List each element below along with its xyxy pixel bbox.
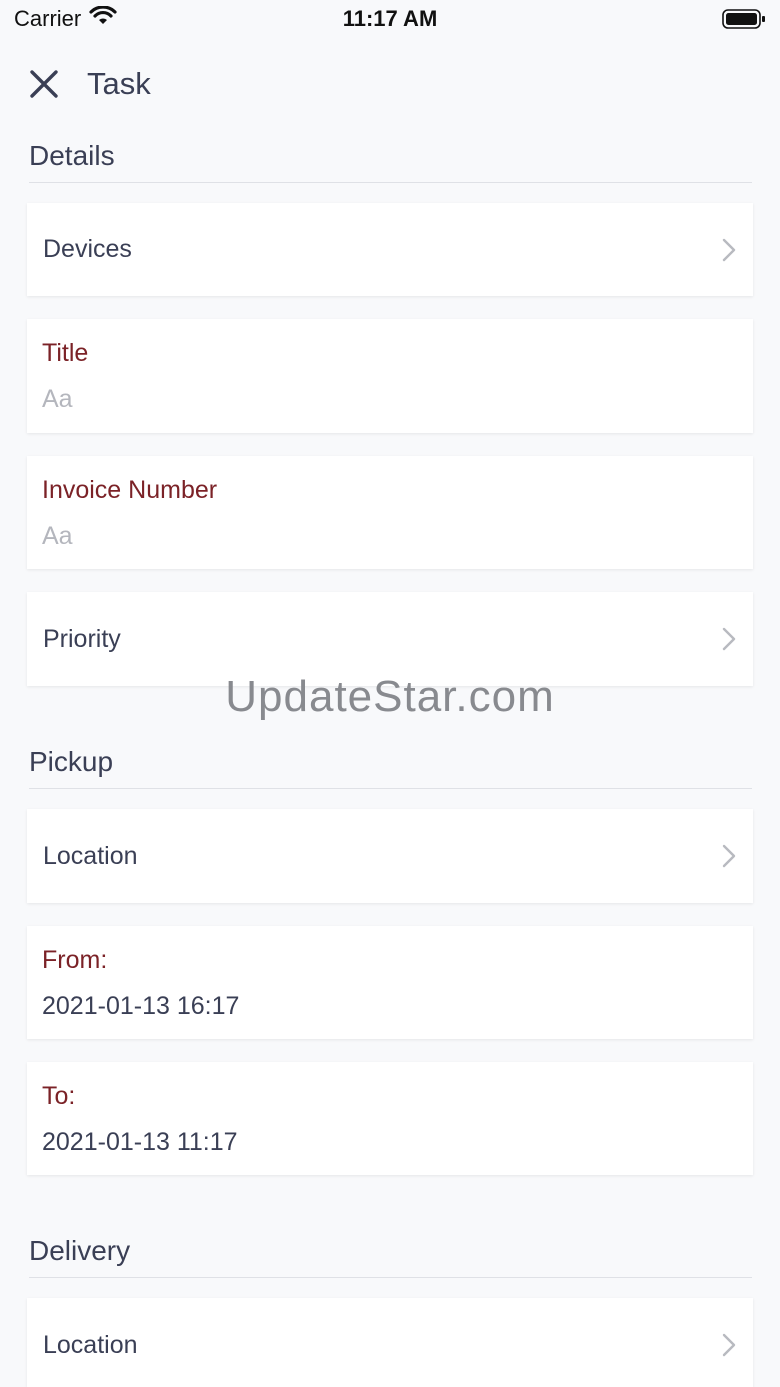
page-title: Task — [87, 66, 151, 101]
devices-label: Devices — [43, 235, 132, 263]
pickup-to-label: To: — [42, 1082, 76, 1110]
chevron-right-icon — [722, 844, 736, 868]
devices-row[interactable]: Devices — [27, 203, 753, 296]
pickup-to-value[interactable]: 2021-01-13 11:17 — [42, 1128, 238, 1157]
close-icon — [30, 70, 58, 98]
section-header-details: Details — [29, 140, 752, 183]
status-bar: Carrier 11:17 AM — [0, 0, 780, 40]
pickup-from-label: From: — [42, 946, 108, 974]
battery-icon — [722, 8, 766, 30]
chevron-right-icon — [722, 238, 736, 261]
priority-label: Priority — [43, 624, 121, 653]
pickup-location-label: Location — [43, 841, 138, 870]
pickup-to-field[interactable]: To: 2021-01-13 11:17 — [27, 1062, 753, 1175]
pickup-from-value[interactable]: 2021-01-13 16:17 — [42, 992, 239, 1021]
delivery-location-row[interactable]: Location — [27, 1298, 753, 1387]
section-header-delivery: Delivery — [29, 1235, 752, 1278]
chevron-right-icon — [722, 1333, 736, 1357]
title-field[interactable]: Title Aa — [27, 319, 753, 433]
delivery-location-label: Location — [43, 1330, 138, 1359]
invoice-number-input[interactable]: Aa — [42, 522, 73, 551]
watermark: UpdateStar.com — [225, 672, 555, 721]
title-field-label: Title — [42, 339, 89, 367]
invoice-number-field[interactable]: Invoice Number Aa — [27, 456, 753, 569]
title-input[interactable]: Aa — [42, 385, 73, 414]
pickup-location-row[interactable]: Location — [27, 809, 753, 903]
nav-bar: Task — [0, 56, 780, 112]
close-button[interactable] — [24, 64, 64, 104]
invoice-number-label: Invoice Number — [42, 476, 218, 504]
pickup-from-field[interactable]: From: 2021-01-13 16:17 — [27, 926, 753, 1039]
chevron-right-icon — [722, 627, 736, 651]
clock: 11:17 AM — [342, 6, 438, 31]
section-header-pickup: Pickup — [29, 746, 752, 789]
